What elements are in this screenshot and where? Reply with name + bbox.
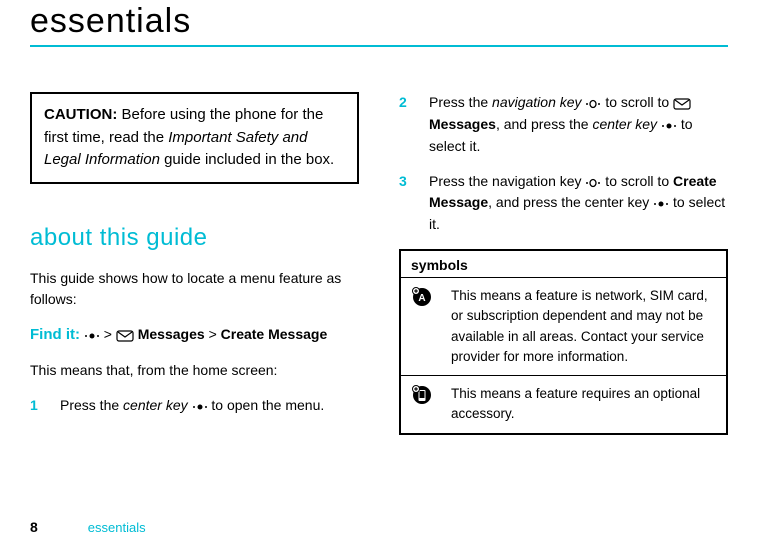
find-it-line: Find it: > Messages > Create Message — [30, 324, 359, 347]
right-column: 2 Press the navigation key to scroll to … — [399, 92, 728, 435]
symbols-header: symbols — [401, 251, 726, 278]
page-footer: 8 essentials — [30, 519, 146, 535]
step-2: 2 Press the navigation key to scroll to … — [399, 92, 728, 157]
svg-text:A: A — [418, 293, 425, 304]
step-2-b: to scroll to — [601, 94, 673, 110]
two-column-layout: CAUTION: Before using the phone for the … — [30, 92, 728, 435]
step-2-a: Press the — [429, 94, 492, 110]
step-2-text: Press the navigation key to scroll to Me… — [429, 92, 728, 157]
find-it-sep1: > — [104, 326, 112, 342]
step-3-text: Press the navigation key to scroll to Cr… — [429, 171, 728, 236]
envelope-icon — [673, 93, 691, 114]
step-1: 1 Press the center key to open the menu. — [30, 395, 359, 417]
center-key-icon — [192, 396, 208, 417]
step-2-i1: navigation key — [492, 94, 582, 110]
find-it-sep2: > — [209, 326, 217, 342]
step-3-number: 3 — [399, 171, 411, 236]
symbols-table: symbols A This means a feature is networ… — [399, 249, 728, 435]
section-heading-about: about this guide — [30, 224, 359, 252]
center-key-icon — [653, 193, 669, 214]
symbols-row-accessory: This means a feature requires an optiona… — [401, 376, 726, 433]
step-3: 3 Press the navigation key to scroll to … — [399, 171, 728, 236]
find-it-label: Find it: — [30, 326, 80, 343]
symbols-row-network: A This means a feature is network, SIM c… — [401, 278, 726, 376]
horizontal-rule — [30, 45, 728, 47]
step-3-a: Press the navigation key — [429, 173, 585, 189]
left-column: CAUTION: Before using the phone for the … — [30, 92, 359, 435]
caution-label: CAUTION: — [44, 106, 117, 123]
navigation-key-icon — [585, 93, 601, 114]
find-it-create: Create Message — [221, 326, 328, 342]
symbols-row-network-text: This means a feature is network, SIM car… — [451, 286, 716, 367]
step-1-italic: center key — [123, 397, 188, 413]
page-title: essentials — [30, 2, 728, 41]
step-1-text: Press the center key to open the menu. — [60, 395, 359, 417]
optional-accessory-icon — [411, 384, 437, 425]
caution-text-after: guide included in the box. — [164, 151, 334, 168]
step-1-a: Press the — [60, 397, 123, 413]
footer-section-label: essentials — [88, 520, 146, 535]
step-3-b: to scroll to — [601, 173, 673, 189]
center-key-icon — [84, 324, 100, 345]
means-text: This means that, from the home screen: — [30, 360, 359, 381]
step-2-i2: center key — [592, 116, 657, 132]
find-it-messages: Messages — [138, 326, 205, 342]
caution-box: CAUTION: Before using the phone for the … — [30, 92, 359, 184]
symbols-row-accessory-text: This means a feature requires an optiona… — [451, 384, 716, 425]
step-3-c: , and press the center key — [488, 194, 653, 210]
envelope-icon — [116, 324, 134, 345]
network-dependent-icon: A — [411, 286, 437, 367]
step-2-number: 2 — [399, 92, 411, 157]
page-number: 8 — [30, 519, 38, 535]
step-2-c: , and press the — [496, 116, 593, 132]
step-1-b: to open the menu. — [208, 397, 325, 413]
center-key-icon — [661, 115, 677, 136]
step-2-messages: Messages — [429, 116, 496, 132]
navigation-key-icon — [585, 171, 601, 192]
step-1-number: 1 — [30, 395, 42, 417]
intro-text: This guide shows how to locate a menu fe… — [30, 268, 359, 310]
